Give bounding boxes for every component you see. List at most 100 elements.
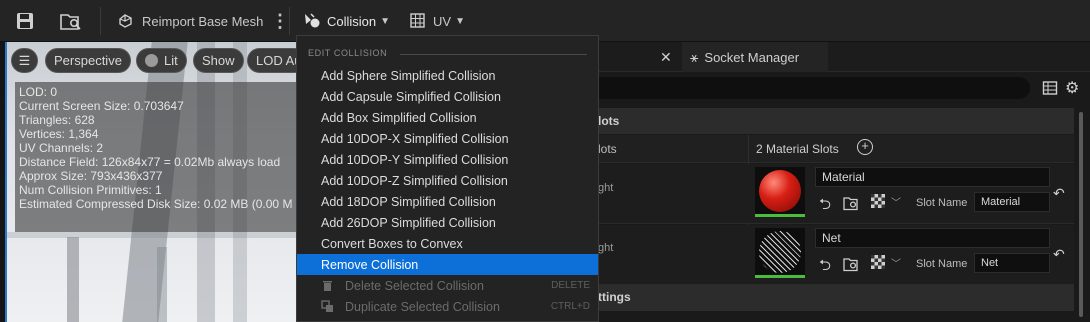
menu-item-add-26dop[interactable]: Add 26DOP Simplified Collision xyxy=(297,212,598,233)
slot-name-field[interactable]: Net xyxy=(974,253,1050,273)
stat-uv-channels: UV Channels: 2 xyxy=(19,141,104,155)
lod-button[interactable]: LOD Au xyxy=(247,48,297,73)
hamburger-icon: ☰ xyxy=(18,52,31,68)
menu-item-add-10dop-y[interactable]: Add 10DOP-Y Simplified Collision xyxy=(297,149,598,170)
menu-item-label: Remove Collision xyxy=(321,257,419,272)
net-name-field[interactable]: Net xyxy=(815,228,1050,248)
menu-item-label: Duplicate Selected Collision xyxy=(345,299,500,314)
chevron-down-icon[interactable]: ﹀ xyxy=(891,194,901,209)
material-sphere-icon xyxy=(759,170,801,212)
reset-to-default-icon[interactable]: ↶ xyxy=(1053,185,1065,202)
collision-icon xyxy=(305,13,320,28)
uv-grid-icon xyxy=(410,13,425,28)
stat-screen-size: Current Screen Size: 0.703647 xyxy=(19,99,184,113)
material-name-field[interactable]: Material xyxy=(815,167,1050,187)
menu-item-label: Delete Selected Collision xyxy=(345,278,484,293)
slot-name-label: Slot Name xyxy=(916,197,968,209)
net-texture-icon xyxy=(759,231,801,273)
mesh-viewport[interactable]: ☰ Perspective Lit Show LOD Au LOD: 0 Cur… xyxy=(5,42,297,322)
uv-menu-button[interactable]: UV ▼ xyxy=(409,8,465,34)
browse-material-icon[interactable] xyxy=(843,256,859,272)
stat-distance-field: Distance Field: 126x84x77 = 0.02Mb alway… xyxy=(19,155,281,169)
tab-socket-manager[interactable]: ⚹ Socket Manager xyxy=(682,42,828,72)
settings-section-header[interactable] xyxy=(598,285,1074,311)
slot-name-field[interactable]: Material xyxy=(974,192,1050,212)
menu-item-label: Add Box Simplified Collision xyxy=(321,110,477,125)
socket-tab-label: Socket Manager xyxy=(704,49,800,65)
stat-approx-size: Approx Size: 793x436x377 xyxy=(19,169,163,183)
stat-triangles: Triangles: 628 xyxy=(19,113,95,127)
menu-item-label: Add Sphere Simplified Collision xyxy=(321,68,496,83)
menu-item-label: Add Capsule Simplified Collision xyxy=(321,89,501,104)
details-search-input[interactable] xyxy=(598,77,1030,99)
net-material-thumbnail[interactable] xyxy=(755,228,805,278)
material-thumbnail[interactable] xyxy=(755,167,805,217)
uv-label: UV xyxy=(433,13,452,29)
section-lots-label: lots xyxy=(598,114,620,128)
net-name-value: Net xyxy=(822,231,841,245)
collision-dropdown-menu: EDIT COLLISION Add Sphere Simplified Col… xyxy=(296,35,599,322)
slot-material-value: Material xyxy=(981,196,1021,208)
menu-item-duplicate-selected[interactable]: Duplicate Selected Collision CTRL+D xyxy=(297,296,598,317)
delete-shortcut: DELETE xyxy=(551,280,590,291)
more-options-icon[interactable]: ⋮ xyxy=(271,8,289,34)
row-label-2: ght xyxy=(598,242,614,254)
checker-texture-icon[interactable] xyxy=(871,255,885,269)
chevron-down-icon: ▼ xyxy=(380,15,391,27)
lit-label: Lit xyxy=(164,53,178,68)
socket-icon: ⚹ xyxy=(690,48,699,65)
menu-item-add-10dop-z[interactable]: Add 10DOP-Z Simplified Collision xyxy=(297,170,598,191)
browse-material-icon[interactable] xyxy=(843,195,859,211)
slot-net-value: Net xyxy=(981,257,999,269)
show-label: Show xyxy=(202,53,235,68)
details-scrollbar[interactable] xyxy=(1076,108,1086,322)
settings-gear-icon[interactable]: ⚙ xyxy=(1065,78,1079,98)
add-material-slot-icon[interactable]: + xyxy=(857,139,873,155)
reimport-button[interactable]: Reimport Base Mesh xyxy=(116,8,263,34)
lod-label: LOD Au xyxy=(256,53,297,68)
lit-button[interactable]: Lit xyxy=(136,48,187,73)
menu-item-add-sphere[interactable]: Add Sphere Simplified Collision xyxy=(297,65,598,86)
menu-item-remove-collision[interactable]: Remove Collision xyxy=(297,254,598,275)
viewport-stats-overlay: LOD: 0 Current Screen Size: 0.703647 Tri… xyxy=(15,82,297,232)
menu-item-label: Add 18DOP Simplified Collision xyxy=(321,194,496,209)
table-view-icon[interactable] xyxy=(1042,80,1058,96)
lit-sphere-icon xyxy=(145,54,158,67)
perspective-label: Perspective xyxy=(54,53,122,68)
viewport-menu-button[interactable]: ☰ xyxy=(11,48,38,73)
chevron-down-icon[interactable]: ﹀ xyxy=(891,255,901,270)
menu-item-add-capsule[interactable]: Add Capsule Simplified Collision xyxy=(297,86,598,107)
menu-item-label: Add 26DOP Simplified Collision xyxy=(321,215,496,230)
reset-to-default-icon[interactable]: ↶ xyxy=(1053,246,1065,263)
browse-asset-icon[interactable] xyxy=(60,8,82,34)
material-name-value: Material xyxy=(822,170,865,184)
menu-item-add-10dop-x[interactable]: Add 10DOP-X Simplified Collision xyxy=(297,128,598,149)
menu-header-divider xyxy=(400,54,587,55)
show-button[interactable]: Show xyxy=(193,48,244,73)
settings-partial-label: ttings xyxy=(598,290,631,304)
row-label-1: ght xyxy=(598,182,614,194)
save-icon[interactable] xyxy=(16,8,34,34)
use-selected-arrow-icon[interactable]: ⮌ xyxy=(819,255,831,280)
menu-section-header: EDIT COLLISION xyxy=(308,48,388,58)
use-selected-arrow-icon[interactable]: ⮌ xyxy=(819,194,831,219)
close-tab-icon[interactable]: ✕ xyxy=(660,42,672,72)
duplicate-icon xyxy=(321,300,333,312)
collision-menu-button[interactable]: Collision ▼ xyxy=(302,8,390,34)
stat-lod: LOD: 0 xyxy=(19,85,58,99)
menu-item-delete-selected[interactable]: Delete Selected Collision DELETE xyxy=(297,275,598,296)
stat-collision-primitives: Num Collision Primitives: 1 xyxy=(19,183,162,197)
material-slots-section-header[interactable] xyxy=(598,108,1074,134)
details-panel: ✕ ⚹ Socket Manager ⚙ lots lots 2 Materia… xyxy=(598,42,1090,322)
menu-item-label: Add 10DOP-X Simplified Collision xyxy=(321,131,509,146)
reimport-label: Reimport Base Mesh xyxy=(142,13,264,29)
stat-disk-size: Estimated Compressed Disk Size: 0.02 MB … xyxy=(19,197,293,211)
slot-name-label: Slot Name xyxy=(916,258,968,270)
menu-item-label: Add 10DOP-Z Simplified Collision xyxy=(321,173,508,188)
lots-label: lots xyxy=(598,142,617,156)
menu-item-add-box[interactable]: Add Box Simplified Collision xyxy=(297,107,598,128)
perspective-button[interactable]: Perspective xyxy=(45,48,131,73)
checker-texture-icon[interactable] xyxy=(871,194,885,208)
menu-item-add-18dop[interactable]: Add 18DOP Simplified Collision xyxy=(297,191,598,212)
menu-item-convert-boxes[interactable]: Convert Boxes to Convex xyxy=(297,233,598,254)
